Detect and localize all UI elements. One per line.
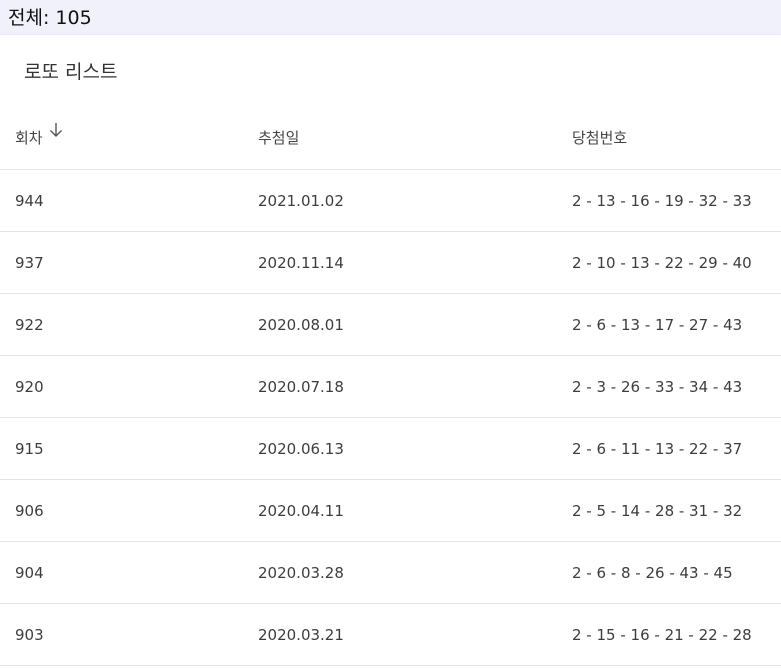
card-title: 로또 리스트 bbox=[24, 61, 118, 83]
table-row[interactable]: 922 2020.08.01 2 - 6 - 13 - 17 - 27 - 43 bbox=[0, 294, 781, 356]
column-header-numbers[interactable]: 당첨번호 bbox=[572, 105, 627, 169]
table-row[interactable]: 937 2020.11.14 2 - 10 - 13 - 22 - 29 - 4… bbox=[0, 232, 781, 294]
date-cell: 2020.07.18 bbox=[258, 377, 344, 396]
column-header-numbers-label: 당첨번호 bbox=[572, 128, 628, 147]
column-header-round[interactable]: 회차 bbox=[15, 105, 63, 169]
round-cell: 903 bbox=[15, 625, 44, 644]
numbers-cell: 2 - 5 - 14 - 28 - 31 - 32 bbox=[572, 501, 743, 520]
round-cell: 904 bbox=[15, 563, 44, 582]
column-header-round-label: 회차 bbox=[15, 128, 43, 147]
round-cell: 915 bbox=[15, 439, 44, 458]
date-cell: 2021.01.02 bbox=[258, 191, 344, 210]
numbers-cell: 2 - 13 - 16 - 19 - 32 - 33 bbox=[572, 191, 752, 210]
column-header-date[interactable]: 추첨일 bbox=[258, 105, 299, 169]
round-cell: 937 bbox=[15, 253, 44, 272]
numbers-cell: 2 - 6 - 13 - 17 - 27 - 43 bbox=[572, 315, 743, 334]
table-row[interactable]: 915 2020.06.13 2 - 6 - 11 - 13 - 22 - 37 bbox=[0, 418, 781, 480]
round-cell: 920 bbox=[15, 377, 44, 396]
numbers-cell: 2 - 6 - 11 - 13 - 22 - 37 bbox=[572, 439, 743, 458]
numbers-cell: 2 - 3 - 26 - 33 - 34 - 43 bbox=[572, 377, 743, 396]
numbers-cell: 2 - 15 - 16 - 21 - 22 - 28 bbox=[572, 625, 752, 644]
date-cell: 2020.08.01 bbox=[258, 315, 344, 334]
table-row[interactable]: 906 2020.04.11 2 - 5 - 14 - 28 - 31 - 32 bbox=[0, 480, 781, 542]
table-row[interactable]: 904 2020.03.28 2 - 6 - 8 - 26 - 43 - 45 bbox=[0, 542, 781, 604]
lotto-list-card: 로또 리스트 회차 추첨일 당첨번호 944 2021.01.02 2 - 13… bbox=[0, 35, 781, 669]
numbers-cell: 2 - 6 - 8 - 26 - 43 - 45 bbox=[572, 563, 733, 582]
date-cell: 2020.06.13 bbox=[258, 439, 344, 458]
round-cell: 944 bbox=[15, 191, 44, 210]
date-cell: 2020.04.11 bbox=[258, 501, 344, 520]
table-row[interactable]: 944 2021.01.02 2 - 13 - 16 - 19 - 32 - 3… bbox=[0, 170, 781, 232]
table-header-row: 회차 추첨일 당첨번호 bbox=[0, 105, 781, 170]
total-count-label: 전체: 105 bbox=[8, 7, 92, 29]
round-cell: 906 bbox=[15, 501, 44, 520]
arrow-down-icon[interactable] bbox=[49, 122, 63, 138]
numbers-cell: 2 - 10 - 13 - 22 - 29 - 40 bbox=[572, 253, 752, 272]
column-header-date-label: 추첨일 bbox=[258, 128, 300, 147]
date-cell: 2020.03.28 bbox=[258, 563, 344, 582]
total-count: 전체: 105 bbox=[0, 0, 781, 35]
date-cell: 2020.11.14 bbox=[258, 253, 344, 272]
round-cell: 922 bbox=[15, 315, 44, 334]
date-cell: 2020.03.21 bbox=[258, 625, 344, 644]
table-row[interactable]: 920 2020.07.18 2 - 3 - 26 - 33 - 34 - 43 bbox=[0, 356, 781, 418]
table-row[interactable]: 903 2020.03.21 2 - 15 - 16 - 21 - 22 - 2… bbox=[0, 604, 781, 666]
